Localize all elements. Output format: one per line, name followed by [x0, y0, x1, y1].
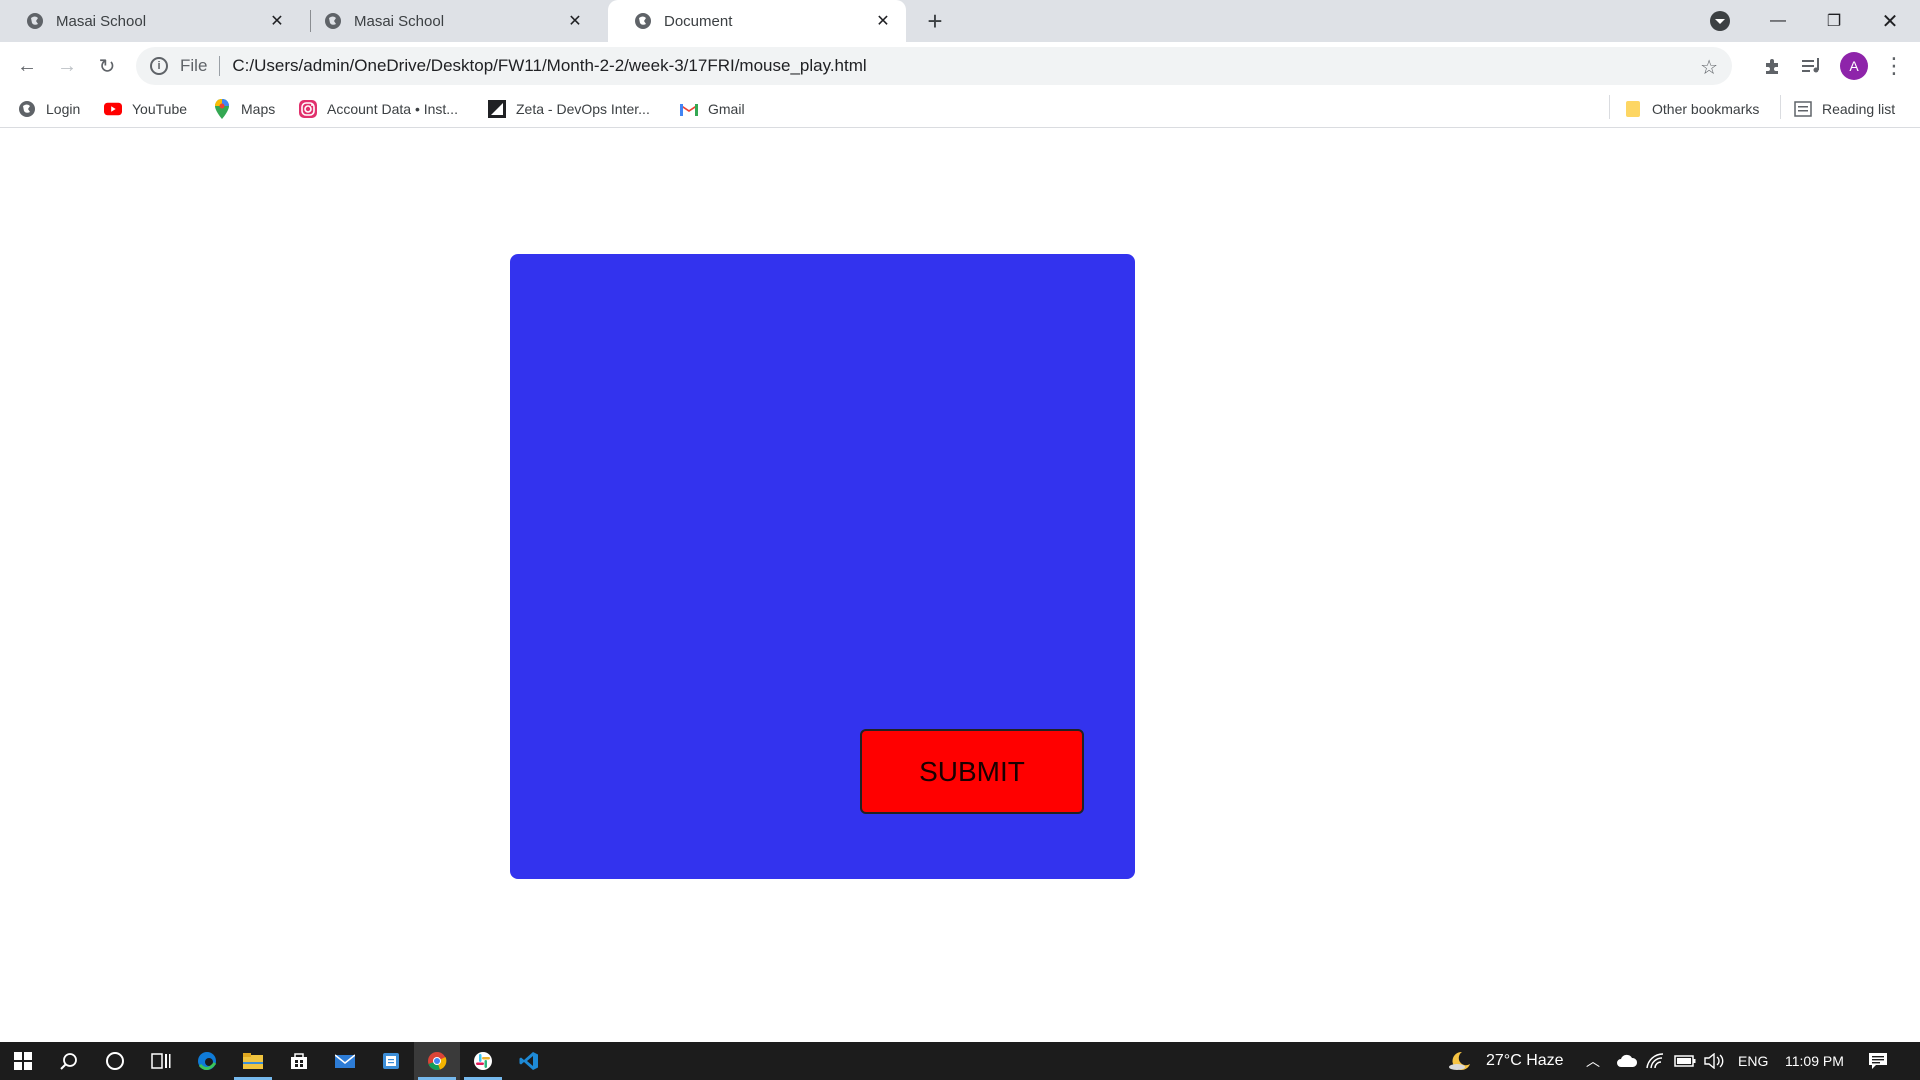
- globe-icon: [634, 12, 652, 30]
- globe-icon: [18, 100, 36, 118]
- bookmark-youtube[interactable]: YouTube: [104, 98, 187, 120]
- tab-strip: Masai School ✕ Masai School ✕ Document ✕…: [0, 0, 1920, 42]
- tab-search-icon[interactable]: [1710, 11, 1730, 31]
- windows-taskbar: 27°C Haze ︿ ENG 11:09 PM: [0, 1042, 1920, 1080]
- bookmark-label: Login: [46, 101, 81, 117]
- reload-icon[interactable]: ↻: [91, 50, 123, 82]
- close-window-button[interactable]: ✕: [1862, 0, 1918, 42]
- bookmark-login[interactable]: Login: [18, 98, 80, 120]
- menu-kebab-icon[interactable]: ⋮: [1880, 52, 1908, 80]
- task-view-icon[interactable]: [138, 1042, 184, 1080]
- mail-icon[interactable]: [322, 1042, 368, 1080]
- globe-icon: [324, 12, 342, 30]
- bookmarks-bar: Login YouTube Maps Account Data • Inst..…: [0, 90, 1920, 128]
- chrome-icon[interactable]: [414, 1042, 460, 1080]
- tab-masai-school-1[interactable]: Masai School ✕: [0, 0, 300, 42]
- bookmark-label: Gmail: [708, 101, 745, 117]
- bookmarks-divider: [1609, 95, 1610, 119]
- language-indicator[interactable]: ENG: [1738, 1042, 1768, 1080]
- store-icon[interactable]: [276, 1042, 322, 1080]
- info-icon[interactable]: i: [150, 57, 168, 75]
- bookmarks-divider: [1780, 95, 1781, 119]
- bookmark-label: Other bookmarks: [1652, 101, 1760, 117]
- slack-icon[interactable]: [460, 1042, 506, 1080]
- submit-button[interactable]: SUBMIT: [860, 729, 1084, 814]
- bookmark-label: Reading list: [1822, 101, 1896, 117]
- clock[interactable]: 11:09 PM: [1785, 1042, 1844, 1080]
- reading-list-icon: [1794, 100, 1812, 118]
- onedrive-cloud-icon[interactable]: [1616, 1042, 1638, 1080]
- media-queue-icon[interactable]: [1798, 52, 1826, 80]
- tab-title: Masai School: [56, 12, 147, 30]
- bookmark-gmail[interactable]: Gmail: [680, 98, 745, 120]
- search-icon[interactable]: [46, 1042, 92, 1080]
- close-tab-icon[interactable]: ✕: [566, 11, 584, 31]
- wifi-icon[interactable]: [1646, 1042, 1664, 1080]
- extensions-puzzle-icon[interactable]: [1758, 52, 1786, 80]
- close-tab-icon[interactable]: ✕: [874, 11, 892, 31]
- close-tab-icon[interactable]: ✕: [268, 11, 286, 31]
- notepad-icon[interactable]: [368, 1042, 414, 1080]
- windows-start-icon[interactable]: [0, 1042, 46, 1080]
- restore-button[interactable]: ❐: [1806, 0, 1862, 42]
- tab-document[interactable]: Document ✕: [608, 0, 906, 42]
- globe-icon: [26, 12, 44, 30]
- instagram-icon: [299, 100, 317, 118]
- other-bookmarks-folder[interactable]: Other bookmarks: [1624, 98, 1759, 120]
- address-bar[interactable]: i File C:/Users/admin/OneDrive/Desktop/F…: [136, 47, 1732, 85]
- reading-list-button[interactable]: Reading list: [1794, 98, 1895, 120]
- bookmark-label: Account Data • Inst...: [327, 101, 458, 117]
- chevron-up-icon[interactable]: ︿: [1586, 1042, 1600, 1080]
- browser-toolbar: ← → ↻ i File C:/Users/admin/OneDrive/Des…: [0, 42, 1920, 90]
- cortana-icon[interactable]: [92, 1042, 138, 1080]
- bookmark-label: Zeta - DevOps Inter...: [516, 101, 650, 117]
- back-arrow-icon[interactable]: ←: [11, 50, 43, 82]
- tab-title: Masai School: [354, 12, 445, 30]
- volume-icon[interactable]: [1704, 1042, 1724, 1080]
- vscode-icon[interactable]: [506, 1042, 552, 1080]
- scheme-label: File: [180, 56, 208, 75]
- tab-masai-school-2[interactable]: Masai School ✕: [298, 0, 598, 42]
- edge-icon[interactable]: [184, 1042, 230, 1080]
- minimize-button[interactable]: —: [1750, 0, 1806, 42]
- bookmark-label: Maps: [241, 101, 276, 117]
- url-text[interactable]: C:/Users/admin/OneDrive/Desktop/FW11/Mon…: [232, 56, 866, 76]
- battery-icon[interactable]: [1674, 1042, 1696, 1080]
- address-divider: [219, 56, 221, 76]
- zeta-icon: [488, 100, 506, 118]
- folder-icon: [1624, 100, 1642, 118]
- bookmark-maps[interactable]: Maps: [213, 98, 275, 120]
- page-viewport: SUBMIT: [0, 129, 1920, 1042]
- gmail-icon: [680, 100, 698, 118]
- bookmark-account-data[interactable]: Account Data • Inst...: [299, 98, 458, 120]
- blue-box[interactable]: SUBMIT: [510, 254, 1135, 879]
- file-explorer-icon[interactable]: [230, 1042, 276, 1080]
- profile-avatar[interactable]: A: [1840, 52, 1868, 80]
- bookmark-star-icon[interactable]: ☆: [1700, 55, 1718, 80]
- notifications-icon[interactable]: [1868, 1042, 1888, 1080]
- weather-text[interactable]: 27°C Haze: [1486, 1042, 1564, 1080]
- tab-title: Document: [664, 12, 733, 30]
- weather-icon[interactable]: [1448, 1042, 1472, 1080]
- youtube-icon: [104, 100, 122, 118]
- bookmark-label: YouTube: [132, 101, 188, 117]
- bookmark-zeta[interactable]: Zeta - DevOps Inter...: [488, 98, 650, 120]
- maps-pin-icon: [213, 99, 231, 119]
- forward-arrow-icon[interactable]: →: [51, 50, 83, 82]
- new-tab-button[interactable]: +: [920, 6, 950, 36]
